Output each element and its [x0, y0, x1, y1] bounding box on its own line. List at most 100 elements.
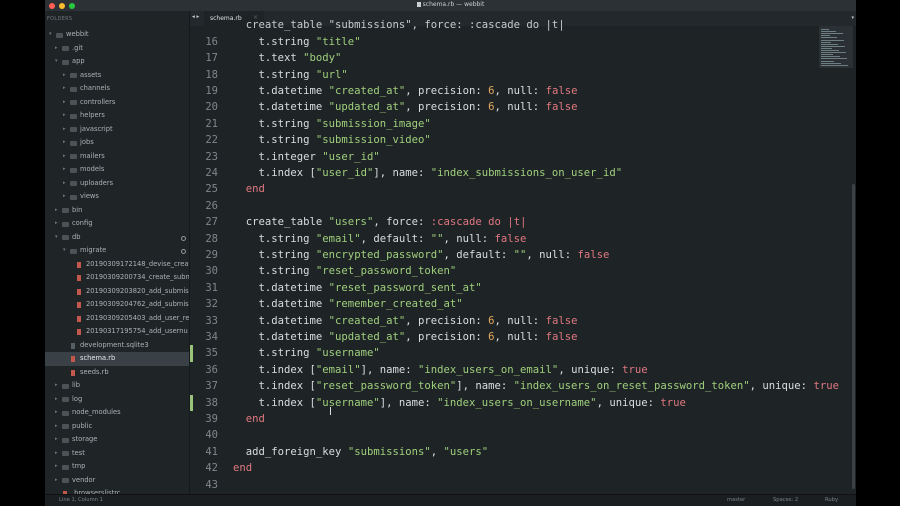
- minimap-line: [821, 50, 839, 51]
- ruby-file-icon: [71, 356, 75, 362]
- code-token: t.string: [233, 35, 316, 48]
- code-token: "index_users_on_username": [437, 396, 597, 409]
- git-branch[interactable]: master: [727, 497, 745, 503]
- sidebar-item-schema-rb[interactable]: schema.rb: [45, 352, 189, 366]
- sidebar-item-tmp[interactable]: ▸ tmp: [45, 460, 189, 474]
- code-token: , default:: [443, 249, 514, 261]
- sidebar-item-20190309200734-create-subm[interactable]: 20190309200734_create_subm: [45, 271, 189, 285]
- minimap-line: [821, 56, 840, 58]
- code-token: end: [233, 462, 253, 475]
- minimap[interactable]: [819, 26, 853, 68]
- chevron-down-icon[interactable]: ▾: [63, 244, 69, 258]
- chevron-down-icon[interactable]: ▾: [49, 28, 55, 42]
- chevron-right-icon[interactable]: ▸: [63, 96, 69, 110]
- sidebar-item-storage[interactable]: ▸ storage: [45, 433, 189, 447]
- sidebar-item-seeds-rb[interactable]: seeds.rb: [45, 366, 189, 380]
- tab-menu-icon[interactable]: ▾: [851, 15, 854, 21]
- chevron-right-icon[interactable]: ▸: [55, 42, 61, 56]
- chevron-right-icon[interactable]: ▸: [63, 163, 69, 177]
- syntax-mode[interactable]: Ruby: [825, 497, 838, 503]
- sidebar-item-20190309172148-devise-create[interactable]: 20190309172148_devise_create: [45, 258, 189, 272]
- chevron-right-icon[interactable]: ▸: [55, 217, 61, 231]
- folder-icon: [70, 194, 77, 200]
- code-token: "created_at": [328, 85, 406, 97]
- chevron-down-icon[interactable]: ▾: [55, 55, 61, 69]
- chevron-down-icon[interactable]: ▾: [55, 231, 61, 245]
- sidebar-item-vendor[interactable]: ▸ vendor: [45, 474, 189, 488]
- sidebar-item-git[interactable]: ▸ .git: [45, 42, 189, 56]
- code-token: , precision:: [405, 101, 489, 114]
- sidebar-item-node-modules[interactable]: ▸ node_modules: [45, 406, 189, 420]
- chevron-right-icon[interactable]: ▸: [63, 150, 69, 164]
- sidebar-item-label: test: [72, 448, 85, 457]
- chevron-right-icon[interactable]: ▸: [63, 69, 69, 83]
- sidebar-item-webbit[interactable]: ▾ webbit: [45, 28, 189, 42]
- sidebar-item-views[interactable]: ▸ views: [45, 190, 189, 204]
- sidebar-item-javascript[interactable]: ▸ javascript: [45, 123, 189, 137]
- code-editor[interactable]: 16 17 18 19 20 21 22 23 24 25 26 27 28 29 30 31 32 33 34 35…: [190, 19, 856, 494]
- sidebar-item-lib[interactable]: ▸ lib: [45, 379, 189, 393]
- sidebar-item-label: jobs: [80, 138, 94, 146]
- line-number: 39: [205, 413, 218, 425]
- sidebar-item-channels[interactable]: ▸ channels: [45, 82, 189, 96]
- code-token: "index_users_on_reset_password_token": [513, 380, 750, 393]
- chevron-right-icon[interactable]: ▸: [55, 379, 61, 393]
- sidebar-item-20190309205403-add-user-rel[interactable]: 20190309205403_add_user_rel: [45, 312, 189, 326]
- sidebar-item-mailers[interactable]: ▸ mailers: [45, 150, 189, 164]
- sidebar-item-app[interactable]: ▾ app: [45, 55, 189, 69]
- sidebar-item-log[interactable]: ▸ log: [45, 393, 189, 407]
- code-line-partial: create_table "submissions", force: :casc…: [233, 19, 565, 32]
- code-token: t.index [: [233, 380, 316, 393]
- code-line: t.string "email", default: "", null: fal…: [233, 231, 527, 247]
- chevron-right-icon[interactable]: ▸: [55, 420, 61, 434]
- code-token: ], name:: [456, 380, 514, 393]
- modified-indicator-icon: [181, 249, 186, 254]
- database-file-icon: [71, 342, 75, 349]
- sidebar-item-migrate[interactable]: ▾ migrate: [45, 244, 189, 258]
- sidebar-item-config[interactable]: ▸ config: [45, 217, 189, 231]
- code-line: t.string "reset_password_token": [233, 263, 457, 279]
- sidebar-item-db[interactable]: ▾ db: [45, 231, 189, 245]
- sidebar-item-jobs[interactable]: ▸ jobs: [45, 136, 189, 150]
- chevron-right-icon[interactable]: ▸: [55, 393, 61, 407]
- indentation-setting[interactable]: Spaces: 2: [773, 497, 798, 503]
- sidebar-item-20190317195754-add-usernu[interactable]: 20190317195754_add_usernu: [45, 325, 189, 339]
- sidebar-item-test[interactable]: ▸ test: [45, 447, 189, 461]
- sidebar-item-uploaders[interactable]: ▸ uploaders: [45, 177, 189, 191]
- chevron-right-icon[interactable]: ▸: [63, 190, 69, 204]
- chevron-right-icon[interactable]: ▸: [55, 447, 61, 461]
- chevron-right-icon[interactable]: ▸: [55, 406, 61, 420]
- chevron-right-icon[interactable]: ▸: [63, 82, 69, 96]
- sidebar-item-label: schema.rb: [80, 354, 116, 362]
- sidebar-item-20190309204762-add-submiss[interactable]: 20190309204762_add_submiss: [45, 298, 189, 312]
- tab-navigation-arrows[interactable]: ◂ ▸: [192, 14, 199, 20]
- sidebar-item-controllers[interactable]: ▸ controllers: [45, 96, 189, 110]
- line-number: 25: [205, 183, 218, 196]
- sidebar-item-assets[interactable]: ▸ assets: [45, 69, 189, 83]
- chevron-right-icon[interactable]: ▸: [55, 433, 61, 447]
- sidebar-item-bin[interactable]: ▸ bin: [45, 204, 189, 218]
- sidebar-item-models[interactable]: ▸ models: [45, 163, 189, 177]
- sidebar-item-development-sqlite3[interactable]: development.sqlite3: [45, 339, 189, 353]
- chevron-right-icon[interactable]: ▸: [63, 177, 69, 191]
- chevron-right-icon[interactable]: ▸: [55, 474, 61, 488]
- sidebar-item-20190309203820-add-submiss[interactable]: 20190309203820_add_submiss: [45, 285, 189, 299]
- chevron-right-icon[interactable]: ▸: [63, 136, 69, 150]
- sidebar-item-helpers[interactable]: ▸ helpers: [45, 109, 189, 123]
- line-number: 34: [205, 331, 218, 343]
- chevron-right-icon[interactable]: ▸: [63, 109, 69, 123]
- sidebar-item-label: 20190309172148_devise_create: [86, 259, 189, 268]
- sidebar-item-label: 20190309203820_add_submiss: [86, 286, 189, 295]
- minimap-line: [821, 39, 844, 41]
- code-line: t.string "title": [233, 34, 361, 50]
- chevron-right-icon[interactable]: ▸: [63, 123, 69, 137]
- vertical-scrollbar[interactable]: [852, 184, 855, 489]
- sidebar-item-label: vendor: [72, 475, 96, 484]
- chevron-right-icon[interactable]: ▸: [55, 460, 61, 474]
- chevron-right-icon[interactable]: ▸: [55, 204, 61, 218]
- sidebar-item-label: channels: [80, 84, 110, 92]
- window-title-text: schema.rb — webbit: [422, 1, 485, 8]
- sidebar: FOLDERS ▾ webbit ▸ .git ▾ app ▸ assets ▸ channels…: [45, 11, 189, 497]
- sidebar-item-public[interactable]: ▸ public: [45, 420, 189, 434]
- code-token: , force:: [373, 216, 431, 229]
